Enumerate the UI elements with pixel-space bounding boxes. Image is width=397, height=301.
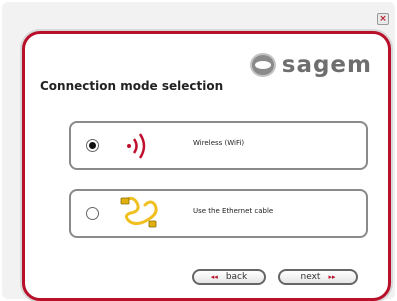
back-button-label: back [225,272,248,282]
ethernet-radio[interactable] [86,207,99,220]
wireless-radio[interactable] [86,139,99,152]
content-frame: sagem Connection mode selection Wireless… [22,31,391,301]
logo-icon [249,53,276,77]
wifi-icon [127,133,146,159]
back-arrow-icon: ◂◂ [210,273,218,281]
logo-text: sagem [281,52,372,78]
next-button[interactable]: next ▸▸ [278,269,358,285]
installer-window: × sagem Connection mode selection Wirele… [2,2,395,301]
wireless-label: Wireless (WiFi) [193,139,245,147]
back-button[interactable]: ◂◂ back [192,269,266,285]
option-ethernet[interactable]: Use the Ethernet cable [69,189,368,238]
page-title: Connection mode selection [40,79,224,93]
ethernet-label: Use the Ethernet cable [193,207,274,215]
brand-logo: sagem [249,52,372,78]
ethernet-cable-icon [120,196,158,228]
next-arrow-icon: ▸▸ [328,273,336,281]
option-wireless[interactable]: Wireless (WiFi) [69,121,368,170]
next-button-label: next [300,272,321,282]
close-icon[interactable]: × [377,13,389,25]
